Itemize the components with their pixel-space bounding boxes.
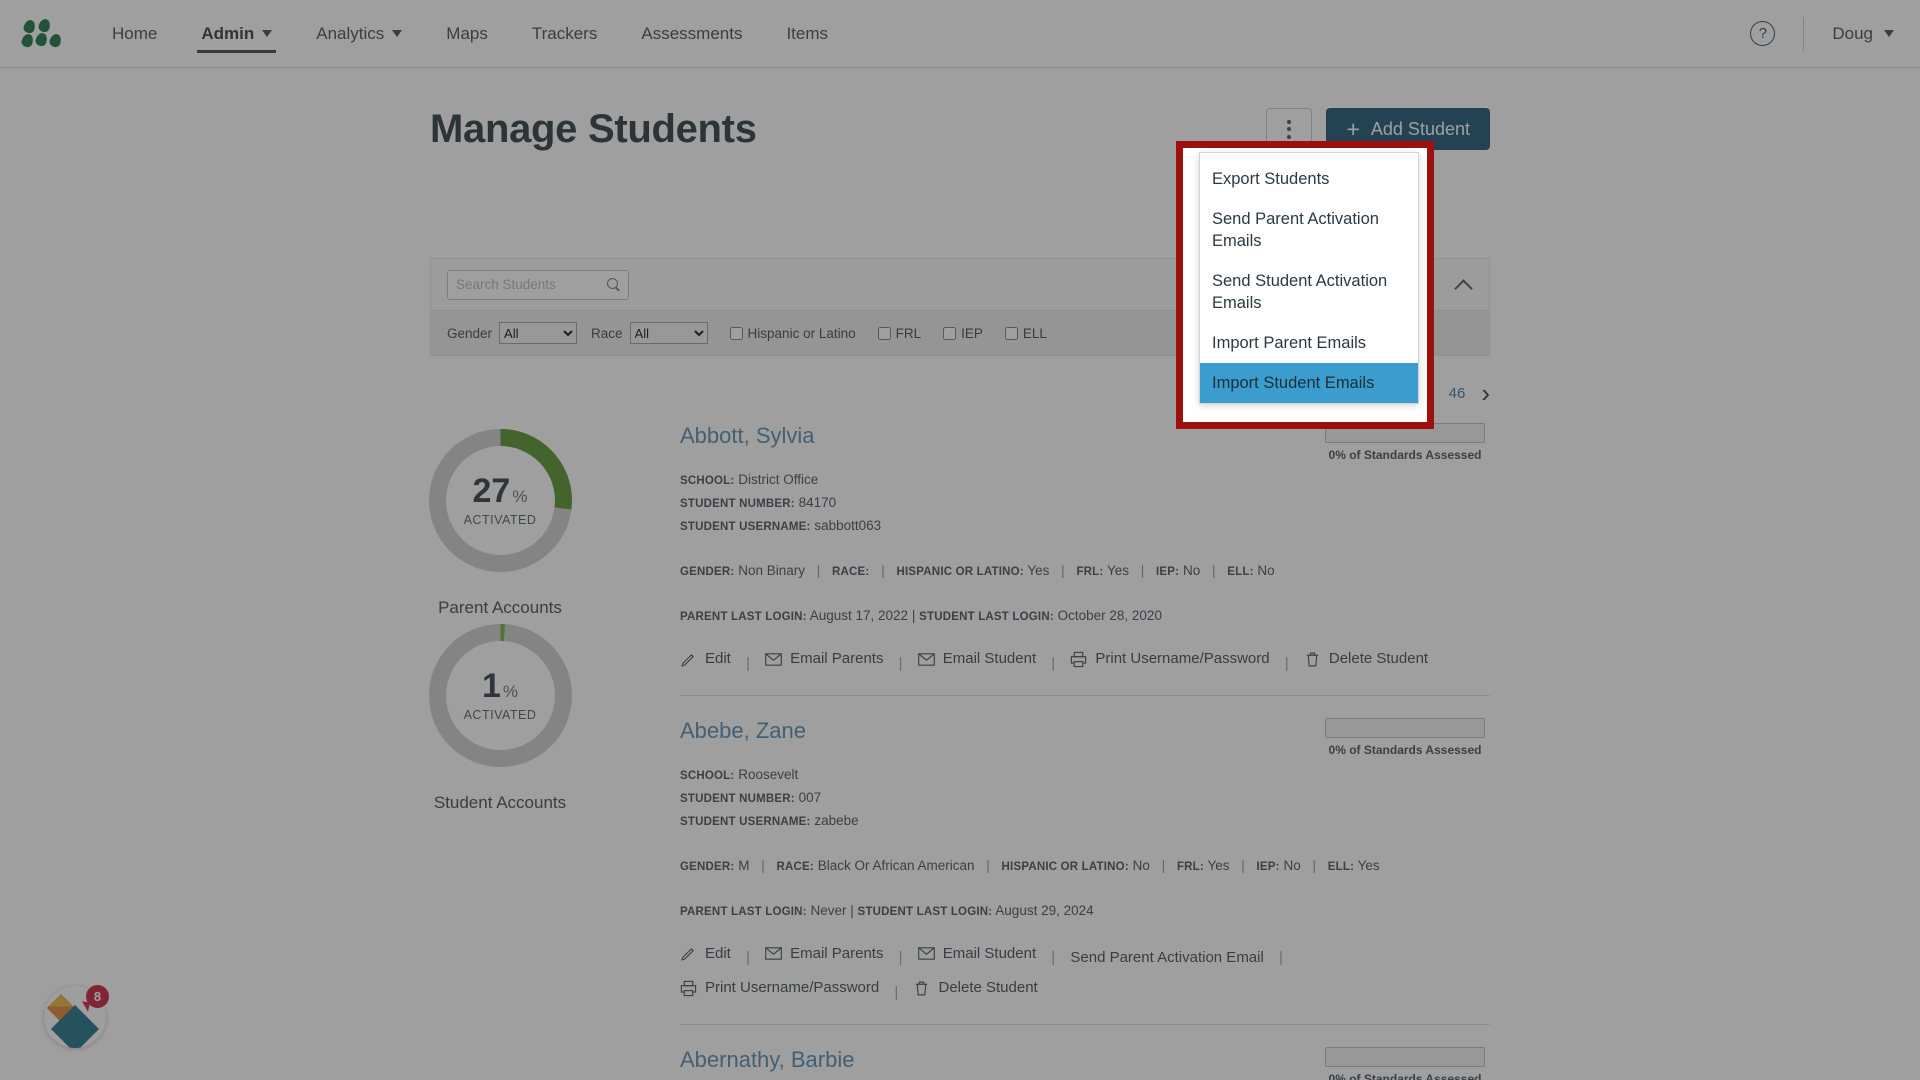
more-actions-menu: Export Students Send Parent Activation E… [1199, 152, 1419, 404]
menu-item-import-parent-emails[interactable]: Import Parent Emails [1200, 323, 1418, 363]
modal-overlay [0, 0, 1920, 1080]
menu-item-send-student-activation-emails[interactable]: Send Student Activation Emails [1200, 261, 1418, 323]
menu-item-import-student-emails[interactable]: Import Student Emails [1200, 363, 1418, 403]
menu-item-export-students[interactable]: Export Students [1200, 159, 1418, 199]
menu-item-send-parent-activation-emails[interactable]: Send Parent Activation Emails [1200, 199, 1418, 261]
